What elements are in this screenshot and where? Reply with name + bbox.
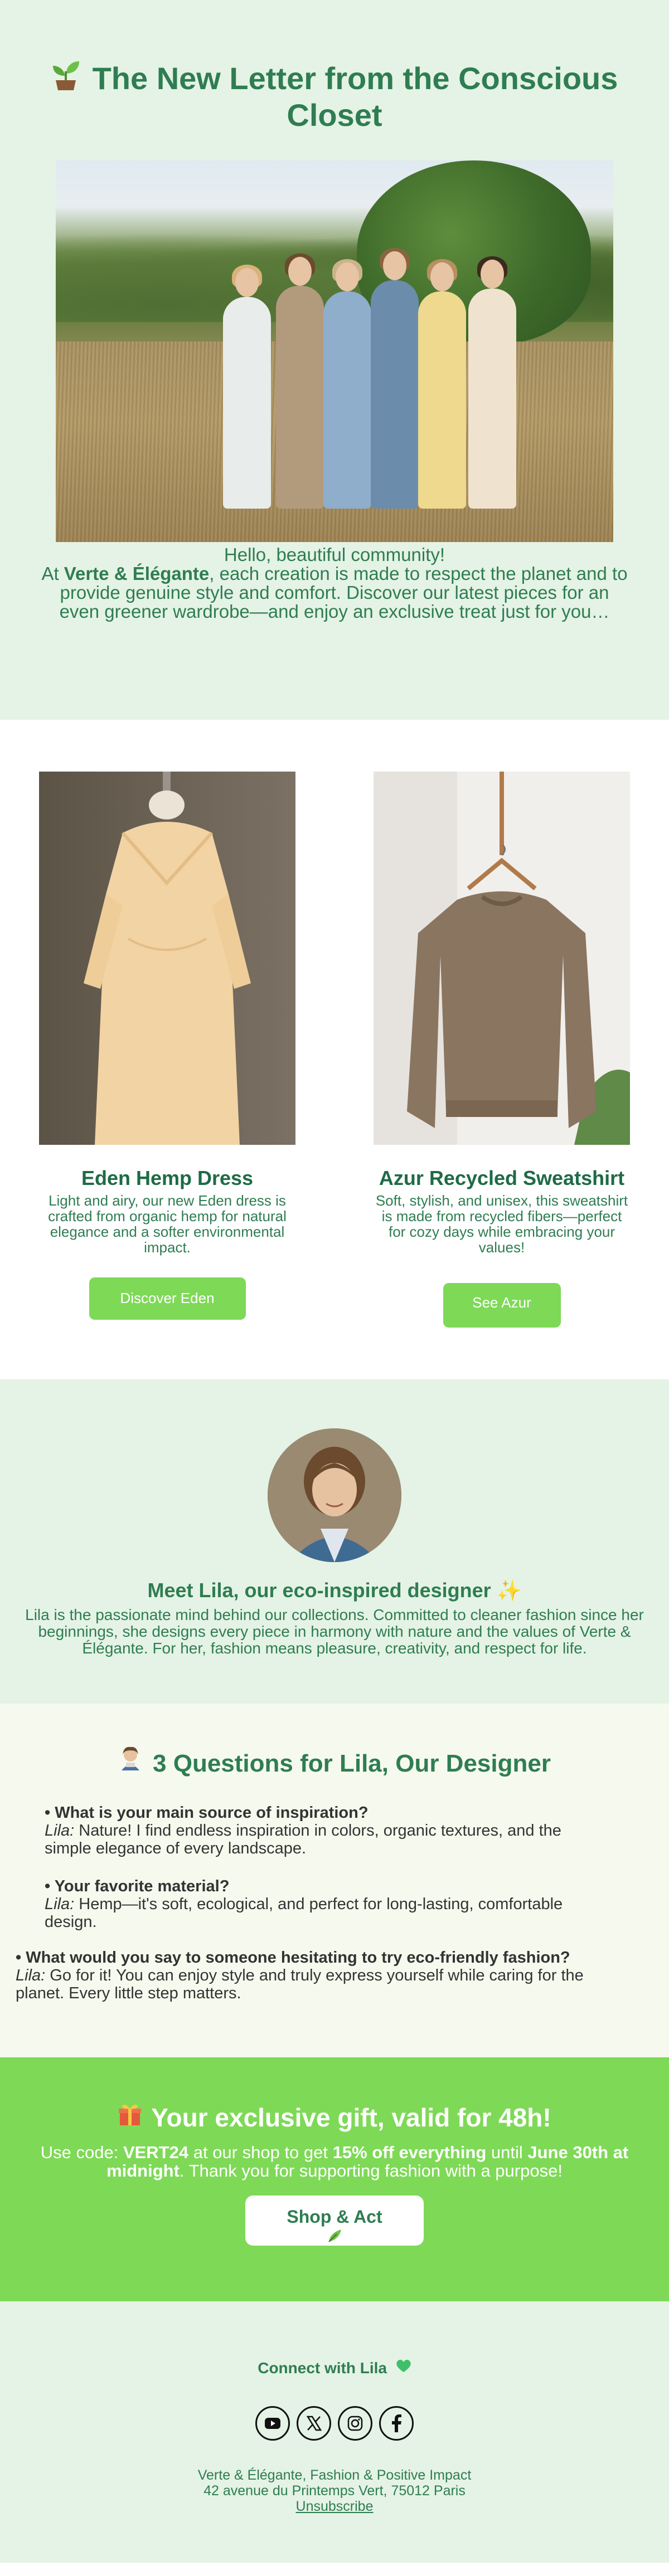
eden-dress-image	[39, 772, 295, 1145]
sprout-icon	[51, 59, 80, 96]
azur-sweatshirt-image	[374, 772, 630, 1145]
street-address: 42 avenue du Printemps Vert, 75012 Paris	[203, 2483, 466, 2499]
gift-heading: Your exclusive gift, valid for 48h!	[0, 2102, 669, 2135]
unsubscribe-link[interactable]: Unsubscribe	[296, 2499, 374, 2514]
hero-group-photo	[56, 160, 613, 543]
newsletter-page: The New Letter from the Conscious Closet…	[0, 0, 669, 2563]
social-links	[0, 2406, 669, 2441]
designer-bio: Lila is the passionate mind behind our c…	[25, 1606, 644, 1657]
see-azur-button[interactable]: See Azur	[443, 1283, 561, 1328]
leaf-icon	[327, 2227, 343, 2247]
company-name: Verte & Élégante, Fashion & Positive Imp…	[197, 2467, 472, 2484]
intro-paragraph: At Verte & Élégante, each creation is ma…	[41, 563, 628, 622]
product-description: Light and airy, our new Eden dress is cr…	[48, 1192, 287, 1256]
designer-heading: Meet Lila, our eco-inspired designer ✨	[147, 1579, 522, 1602]
qa-item-1: • What is your main source of inspiratio…	[45, 1804, 602, 1857]
x-icon[interactable]	[297, 2406, 331, 2441]
qa-answer: Lila: Go for it! You can enjoy style and…	[16, 1967, 584, 2002]
designer-avatar	[268, 1428, 401, 1562]
gift-text: Use code: VERT24 at our shop to get 15% …	[40, 2142, 629, 2180]
facebook-icon[interactable]	[379, 2406, 414, 2441]
hero-section: The New Letter from the Conscious Closet…	[0, 0, 669, 720]
qa-item-3: • What would you say to someone hesitati…	[16, 1949, 618, 2002]
qa-section: 3 Questions for Lila, Our Designer • Wha…	[0, 1704, 669, 2057]
brand-name: Verte & Élégante	[64, 563, 210, 584]
hero-intro: Hello, beautiful community! At Verte & É…	[39, 545, 630, 621]
company-address: Verte & Élégante, Fashion & Positive Imp…	[0, 2467, 669, 2499]
newsletter-title: The New Letter from the Conscious Closet	[28, 59, 641, 133]
instagram-icon[interactable]	[338, 2406, 372, 2441]
youtube-icon[interactable]	[255, 2406, 290, 2441]
promo-code: VERT24	[123, 2142, 189, 2162]
qa-answer: Lila: Hemp—it's soft, ecological, and pe…	[45, 1895, 563, 1931]
gift-icon	[118, 2102, 142, 2133]
qa-item-2: • Your favorite material? Lila: Hemp—it'…	[45, 1877, 591, 1931]
discover-eden-button[interactable]: Discover Eden	[89, 1277, 246, 1320]
qa-answer: Lila: Nature! I find endless inspiration…	[45, 1822, 561, 1857]
connect-heading: Connect with Lila	[0, 2359, 669, 2378]
gift-section: Your exclusive gift, valid for 48h! Use …	[0, 2057, 669, 2301]
title-text: The New Letter from the Conscious Closet	[92, 61, 618, 133]
products-section: Eden Hemp Dress Light and airy, our new …	[0, 720, 669, 1379]
product-title: Eden Hemp Dress	[81, 1167, 254, 1189]
qa-question: • What would you say to someone hesitati…	[16, 1949, 570, 1967]
product-title: Azur Recycled Sweatshirt	[379, 1167, 625, 1189]
qa-heading: 3 Questions for Lila, Our Designer	[0, 1746, 669, 1782]
product-card-eden: Eden Hemp Dress Light and airy, our new …	[39, 772, 295, 1323]
green-heart-icon	[396, 2359, 411, 2377]
product-card-azur: Azur Recycled Sweatshirt Soft, stylish, …	[374, 772, 630, 1330]
footer-section: Connect with Lila Verte & Élégante, Fash…	[0, 2301, 669, 2563]
qa-question: • What is your main source of inspiratio…	[45, 1804, 369, 1822]
designer-emoji-icon	[118, 1746, 143, 1779]
qa-question: • Your favorite material?	[45, 1877, 230, 1895]
designer-section: Meet Lila, our eco-inspired designer ✨ L…	[0, 1379, 669, 1704]
product-description: Soft, stylish, and unisex, this sweatshi…	[375, 1192, 628, 1256]
shop-and-act-button[interactable]: Shop & Act	[245, 2195, 424, 2247]
greeting-text: Hello, beautiful community!	[224, 544, 445, 565]
